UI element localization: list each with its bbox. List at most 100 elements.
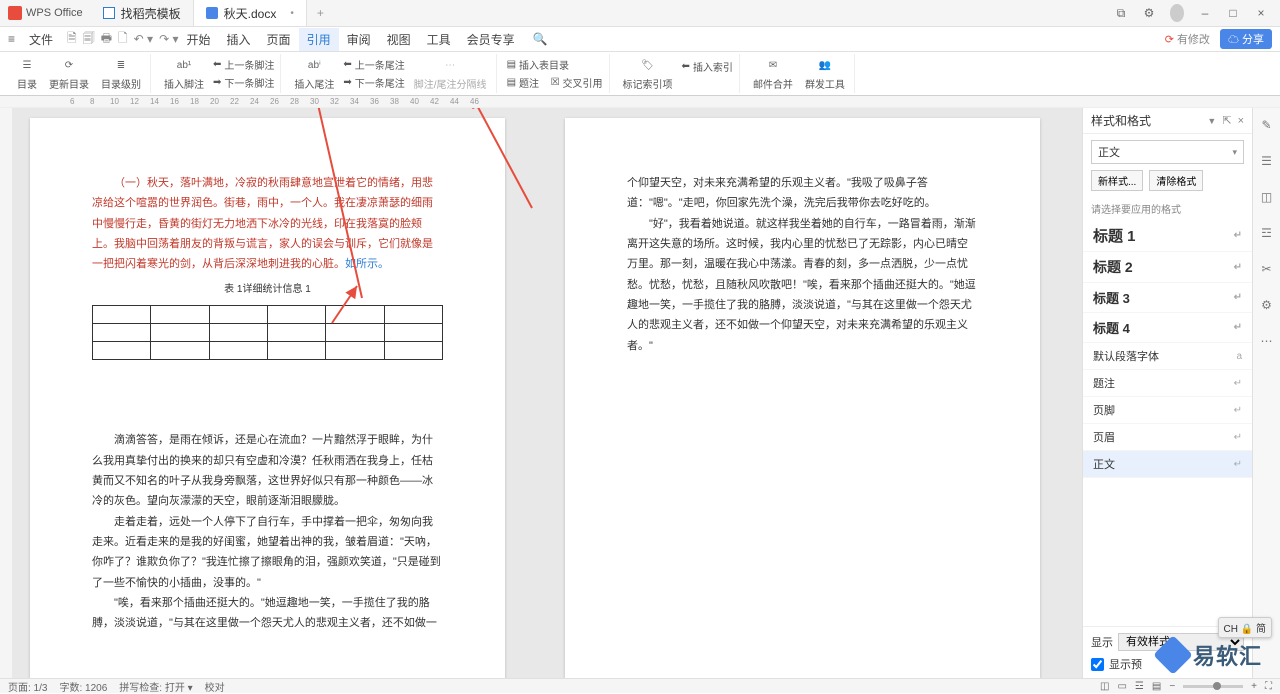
horizontal-ruler[interactable]: 6810121416182022242628303234363840424446 — [0, 96, 1280, 108]
show-preview-checkbox[interactable] — [1091, 658, 1104, 671]
wps-icon — [8, 6, 22, 20]
close-button[interactable]: × — [1254, 6, 1268, 20]
menu-view[interactable]: 视图 — [379, 28, 419, 51]
select-icon[interactable]: ☰ — [1258, 152, 1276, 170]
update-toc-button[interactable]: ⟳更新目录 — [46, 56, 92, 92]
menu-icon[interactable]: ≡ — [8, 32, 15, 46]
next-footnote-button[interactable]: ➡ 下一条脚注 — [213, 75, 274, 90]
paragraph: "唉，看来那个插曲还挺大的。"她逗趣地一笑，一手揽住了我的胳膊，淡淡说道，"与其… — [92, 593, 443, 634]
tools-icon[interactable]: ✂ — [1258, 260, 1276, 278]
prev-footnote-button[interactable]: ⬅ 上一条脚注 — [213, 57, 274, 72]
mark-index-button[interactable]: 🏷标记索引项 — [620, 56, 676, 92]
current-style-combo[interactable]: 正文 ▾ — [1091, 140, 1244, 164]
toc-level-button[interactable]: ≣目录级别 — [98, 56, 144, 92]
mass-tools-button[interactable]: 👥群发工具 — [802, 56, 848, 92]
insert-footnote-button[interactable]: ab¹插入脚注 — [161, 56, 207, 92]
settings-icon[interactable]: ⚙ — [1258, 296, 1276, 314]
menu-page[interactable]: 页面 — [259, 28, 299, 51]
mail-merge-button[interactable]: ✉邮件合并 — [750, 56, 796, 92]
cross-reference-link[interactable]: 如所示。 — [345, 258, 389, 270]
tab-document[interactable]: 秋天.docx • — [194, 0, 307, 26]
maximize-button[interactable]: □ — [1226, 6, 1240, 20]
minimize-button[interactable]: – — [1198, 6, 1212, 20]
close-panel-icon[interactable]: × — [1238, 115, 1244, 127]
style-item-caption[interactable]: 题注↵ — [1083, 370, 1252, 397]
word-icon — [206, 7, 218, 19]
toc-button[interactable]: ☰目录 — [14, 56, 40, 92]
zoom-slider[interactable] — [1183, 685, 1243, 688]
vertical-ruler[interactable] — [0, 108, 12, 678]
view-mode-icon[interactable]: ▤ — [1152, 681, 1161, 692]
redo-icon[interactable]: ↷ ▾ — [159, 32, 178, 46]
style-item-footer[interactable]: 页脚↵ — [1083, 397, 1252, 424]
menu-member[interactable]: 会员专享 — [459, 28, 523, 51]
prev-endnote-button[interactable]: ⬅ 上一条尾注 — [343, 57, 404, 72]
tab-label: 秋天.docx — [224, 5, 277, 22]
tab-template[interactable]: 找稻壳模板 — [91, 0, 194, 26]
export-icon[interactable]: 🗋 — [118, 29, 128, 50]
proof-status[interactable]: 校对 — [205, 679, 225, 694]
menu-tools[interactable]: 工具 — [419, 28, 459, 51]
paragraph: 走着走着，远处一个人停下了自行车，手中撑着一把伞，匆匆向我走来。近看走来的是我的… — [92, 512, 443, 593]
chevron-down-icon: ▾ — [1232, 147, 1237, 158]
app-logo: WPS Office — [0, 6, 91, 20]
view-controls: ◫ ▭ ☲ ▤ − + ⛶ — [1100, 681, 1272, 692]
clear-format-button[interactable]: 清除格式 — [1149, 170, 1203, 191]
menu-review[interactable]: 审阅 — [339, 28, 379, 51]
pin-icon[interactable]: ⇱ — [1222, 114, 1231, 127]
save-icon[interactable]: 🗎 — [67, 29, 77, 50]
layers-icon[interactable]: ◫ — [1258, 188, 1276, 206]
style-item-heading3[interactable]: 标题 3↵ — [1083, 283, 1252, 313]
add-tab-button[interactable]: + — [307, 6, 334, 20]
page-indicator[interactable]: 页面: 1/3 — [8, 679, 47, 694]
style-item-heading2[interactable]: 标题 2↵ — [1083, 252, 1252, 283]
side-toolbar: ✎ ☰ ◫ ☲ ✂ ⚙ ⋯ — [1252, 108, 1280, 678]
print-preview-icon[interactable]: 🗐 — [83, 29, 95, 50]
style-item-heading1[interactable]: 标题 1↵ — [1083, 220, 1252, 252]
new-style-button[interactable]: 新样式... — [1091, 170, 1143, 191]
view-mode-icon[interactable]: ☲ — [1135, 681, 1144, 692]
fullscreen-icon[interactable]: ⛶ — [1265, 681, 1272, 692]
menu-start[interactable]: 开始 — [179, 28, 219, 51]
page-1[interactable]: （一）秋天，落叶满地，冷寂的秋雨肆意地宣泄着它的情绪，用悲凉给这个喧嚣的世界润色… — [30, 118, 505, 678]
zoom-in-icon[interactable]: + — [1251, 681, 1257, 692]
more-icon[interactable]: ⋯ — [1258, 332, 1276, 350]
avatar[interactable] — [1170, 4, 1184, 22]
table[interactable] — [92, 305, 443, 360]
restore-icon[interactable]: ⧉ — [1114, 6, 1128, 21]
menu-insert[interactable]: 插入 — [219, 28, 259, 51]
watermark-logo: 易软汇 — [1159, 639, 1262, 671]
combo-value: 正文 — [1098, 144, 1120, 160]
ime-indicator: CH 🔒 简 — [1218, 617, 1272, 638]
style-item-default-font[interactable]: 默认段落字体a — [1083, 343, 1252, 370]
paragraph: （一）秋天，落叶满地，冷寂的秋雨肆意地宣泄着它的情绪，用悲凉给这个喧嚣的世界润色… — [92, 173, 443, 275]
print-icon[interactable]: 🖶 — [101, 29, 112, 50]
style-item-header[interactable]: 页眉↵ — [1083, 424, 1252, 451]
style-item-normal[interactable]: 正文↵ — [1083, 451, 1252, 478]
chevron-down-icon[interactable]: ▼ — [1207, 116, 1216, 126]
insert-endnote-button[interactable]: abⁱ插入尾注 — [291, 56, 337, 92]
insert-index-button[interactable]: ⬅ 插入索引 — [682, 59, 733, 74]
file-menu[interactable]: 文件 — [21, 28, 61, 51]
page-container[interactable]: （一）秋天，落叶满地，冷寂的秋雨肆意地宣泄着它的情绪，用悲凉给这个喧嚣的世界润色… — [12, 108, 1082, 678]
next-endnote-button[interactable]: ➡ 下一条尾注 — [343, 75, 404, 90]
footnote-separator-button[interactable]: ⋯脚注/尾注分隔线 — [411, 56, 490, 92]
undo-icon[interactable]: ↶ ▾ — [134, 32, 153, 46]
insert-caption-toc-button[interactable]: ▤ 插入表目录 — [507, 57, 603, 72]
settings-icon[interactable]: ⚙ — [1142, 6, 1156, 20]
pencil-icon[interactable]: ✎ — [1258, 116, 1276, 134]
style-item-heading4[interactable]: 标题 4↵ — [1083, 313, 1252, 343]
view-mode-icon[interactable]: ◫ — [1100, 681, 1109, 692]
word-count[interactable]: 字数: 1206 — [59, 679, 107, 694]
comments-icon[interactable]: ☲ — [1258, 224, 1276, 242]
spell-check-status[interactable]: 拼写检查: 打开 ▾ — [119, 679, 192, 694]
caption-button[interactable]: ▤ 题注 — [507, 75, 539, 90]
zoom-out-icon[interactable]: − — [1169, 681, 1175, 692]
page-2[interactable]: 个仰望天空，对未来充满希望的乐观主义者。"我吸了吸鼻子答道："嗯"。"走吧，你回… — [565, 118, 1040, 678]
share-button[interactable]: ☁ 分享 — [1220, 29, 1272, 49]
view-mode-icon[interactable]: ▭ — [1117, 681, 1126, 692]
search-icon[interactable]: 🔍 — [533, 32, 548, 46]
unsaved-indicator: ⟳有修改 — [1165, 31, 1210, 47]
cross-reference-button[interactable]: ☒ 交叉引用 — [551, 75, 603, 90]
menu-reference[interactable]: 引用 — [299, 28, 339, 51]
